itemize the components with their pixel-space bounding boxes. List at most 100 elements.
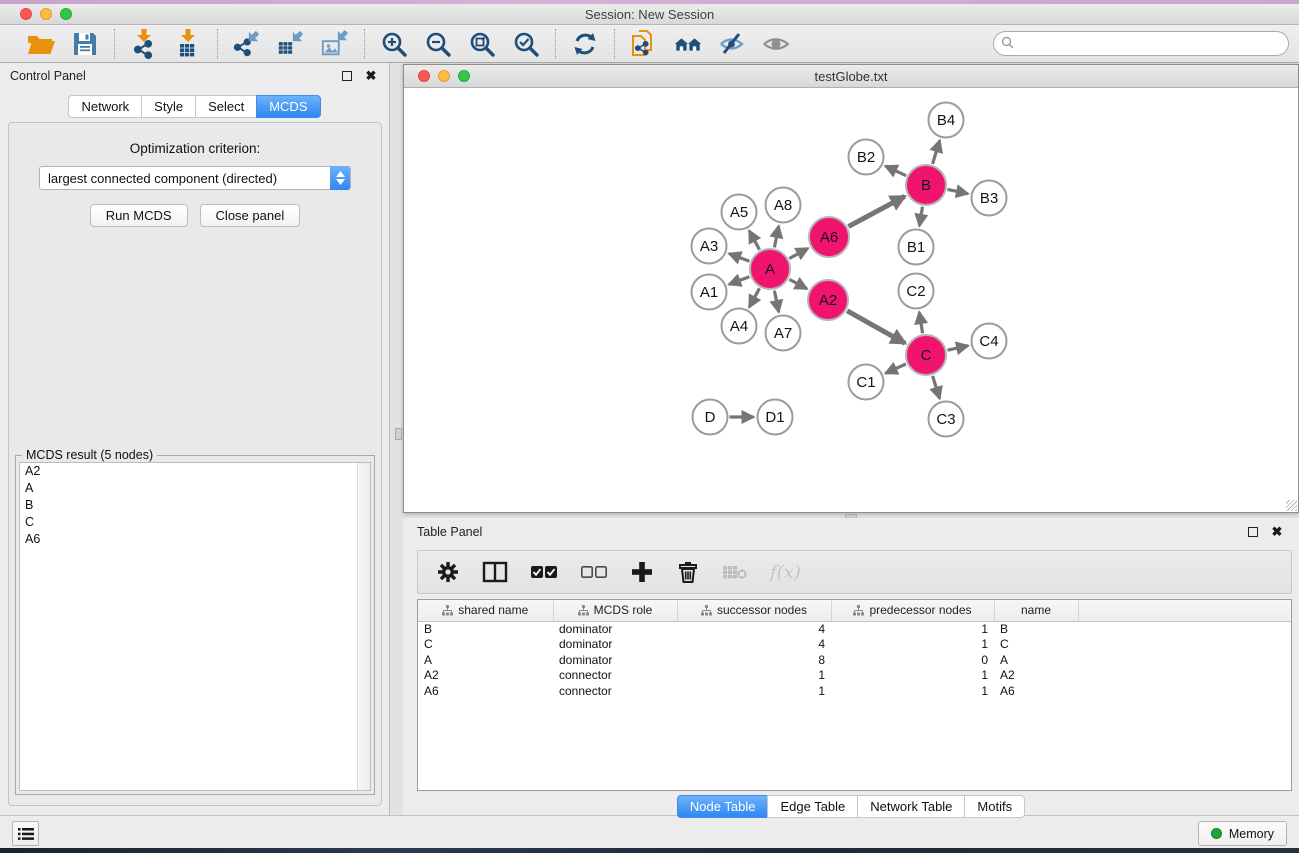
edge-B-B3[interactable] bbox=[948, 189, 968, 193]
table-row[interactable]: Bdominator41B bbox=[418, 621, 1291, 637]
table-cell[interactable] bbox=[1078, 668, 1291, 684]
table-row[interactable]: A2connector11A2 bbox=[418, 668, 1291, 684]
run-mcds-button[interactable]: Run MCDS bbox=[90, 204, 188, 227]
edge-B-B4[interactable] bbox=[933, 141, 940, 165]
delete-column-icon[interactable] bbox=[676, 559, 700, 585]
node-A5[interactable]: A5 bbox=[722, 195, 757, 230]
column-header-shared-name[interactable]: shared name bbox=[418, 600, 553, 621]
table-cell[interactable] bbox=[1078, 621, 1291, 637]
edge-A-A1[interactable] bbox=[729, 277, 749, 285]
node-B2[interactable]: B2 bbox=[849, 140, 884, 175]
table-cell[interactable]: 0 bbox=[831, 652, 994, 668]
node-A6[interactable]: A6 bbox=[809, 217, 849, 257]
table-cell[interactable]: A2 bbox=[994, 668, 1078, 684]
tab-mcds[interactable]: MCDS bbox=[256, 95, 320, 118]
table-cell[interactable]: 1 bbox=[677, 668, 831, 684]
task-history-button[interactable] bbox=[12, 821, 39, 846]
open-file-icon[interactable] bbox=[26, 29, 56, 59]
result-list-item[interactable]: A2 bbox=[20, 463, 370, 480]
table-row[interactable]: Cdominator41C bbox=[418, 637, 1291, 653]
edge-A-A4[interactable] bbox=[749, 288, 759, 307]
import-table-icon[interactable] bbox=[173, 29, 203, 59]
table-cell[interactable] bbox=[1078, 683, 1291, 699]
node-A3[interactable]: A3 bbox=[692, 229, 727, 264]
edge-A2-C[interactable] bbox=[847, 311, 905, 344]
hide-selected-icon[interactable] bbox=[717, 29, 747, 59]
close-panel-icon[interactable]: ✖ bbox=[363, 68, 379, 84]
node-A2[interactable]: A2 bbox=[808, 280, 848, 320]
export-table-icon[interactable] bbox=[276, 29, 306, 59]
table-cell[interactable] bbox=[1078, 637, 1291, 653]
table-cell[interactable]: 8 bbox=[677, 652, 831, 668]
memory-button[interactable]: Memory bbox=[1198, 821, 1287, 846]
zoom-out-icon[interactable] bbox=[423, 29, 453, 59]
deselect-all-checks-icon[interactable] bbox=[580, 559, 608, 585]
edge-C-C2[interactable] bbox=[919, 312, 922, 333]
mcds-result-list[interactable]: A2ABCA6 bbox=[19, 462, 371, 791]
table-cell[interactable]: 1 bbox=[831, 637, 994, 653]
node-B3[interactable]: B3 bbox=[972, 181, 1007, 216]
column-header-predecessor-nodes[interactable]: predecessor nodes bbox=[831, 600, 994, 621]
result-list-item[interactable]: B bbox=[20, 497, 370, 514]
table-close-panel-icon[interactable]: ✖ bbox=[1269, 524, 1285, 540]
import-network-icon[interactable] bbox=[129, 29, 159, 59]
show-columns-icon[interactable] bbox=[482, 559, 508, 585]
tab-select[interactable]: Select bbox=[195, 95, 256, 118]
node-A[interactable]: A bbox=[750, 249, 790, 289]
first-neighbors-icon[interactable] bbox=[673, 29, 703, 59]
new-network-from-selection-icon[interactable] bbox=[629, 29, 659, 59]
gear-icon[interactable] bbox=[436, 559, 460, 585]
table-cell[interactable]: 4 bbox=[677, 637, 831, 653]
node-D1[interactable]: D1 bbox=[758, 400, 793, 435]
table-cell[interactable]: B bbox=[418, 621, 553, 637]
split-handle[interactable] bbox=[395, 428, 402, 440]
edge-A-A2[interactable] bbox=[789, 279, 806, 288]
node-C3[interactable]: C3 bbox=[929, 402, 964, 437]
edge-A-A5[interactable] bbox=[749, 231, 759, 250]
edge-A6-B[interactable] bbox=[848, 196, 904, 226]
table-cell[interactable]: dominator bbox=[553, 652, 677, 668]
node-A8[interactable]: A8 bbox=[766, 188, 801, 223]
node-A7[interactable]: A7 bbox=[766, 316, 801, 351]
table-row[interactable]: A6connector11A6 bbox=[418, 683, 1291, 699]
tab-style[interactable]: Style bbox=[141, 95, 195, 118]
criterion-select[interactable]: largest connected component (directed) bbox=[39, 166, 351, 190]
result-list-scrollbar[interactable] bbox=[357, 463, 370, 790]
table-cell[interactable]: 4 bbox=[677, 621, 831, 637]
table-cell[interactable]: 1 bbox=[831, 621, 994, 637]
table-cell[interactable]: dominator bbox=[553, 621, 677, 637]
table-row[interactable]: Adominator80A bbox=[418, 652, 1291, 668]
node-C4[interactable]: C4 bbox=[972, 324, 1007, 359]
result-list-item[interactable]: C bbox=[20, 514, 370, 531]
zoom-selected-icon[interactable] bbox=[511, 29, 541, 59]
refresh-layout-icon[interactable] bbox=[570, 29, 600, 59]
zoom-in-icon[interactable] bbox=[379, 29, 409, 59]
column-header-name[interactable]: name bbox=[994, 600, 1078, 621]
node-B[interactable]: B bbox=[906, 165, 946, 205]
table-tab-network-table[interactable]: Network Table bbox=[857, 795, 964, 818]
node-D[interactable]: D bbox=[693, 400, 728, 435]
tab-network[interactable]: Network bbox=[68, 95, 141, 118]
float-panel-icon[interactable] bbox=[339, 68, 355, 84]
table-cell[interactable] bbox=[1078, 652, 1291, 668]
table-cell[interactable]: A6 bbox=[418, 683, 553, 699]
table-cell[interactable]: C bbox=[994, 637, 1078, 653]
network-window-titlebar[interactable]: testGlobe.txt bbox=[404, 65, 1298, 88]
column-header-MCDS-role[interactable]: MCDS role bbox=[553, 600, 677, 621]
export-image-icon[interactable] bbox=[320, 29, 350, 59]
table-cell[interactable]: A bbox=[994, 652, 1078, 668]
node-C2[interactable]: C2 bbox=[899, 274, 934, 309]
close-panel-button[interactable]: Close panel bbox=[200, 204, 301, 227]
select-all-checks-icon[interactable] bbox=[530, 559, 558, 585]
node-B1[interactable]: B1 bbox=[899, 230, 934, 265]
result-list-item[interactable]: A bbox=[20, 480, 370, 497]
node-B4[interactable]: B4 bbox=[929, 103, 964, 138]
save-session-icon[interactable] bbox=[70, 29, 100, 59]
edge-B-B1[interactable] bbox=[919, 207, 922, 226]
table-tab-edge-table[interactable]: Edge Table bbox=[767, 795, 857, 818]
table-cell[interactable]: A bbox=[418, 652, 553, 668]
table-tab-node-table[interactable]: Node Table bbox=[677, 795, 768, 818]
node-A4[interactable]: A4 bbox=[722, 309, 757, 344]
zoom-fit-icon[interactable] bbox=[467, 29, 497, 59]
edge-A-A8[interactable] bbox=[774, 226, 778, 247]
